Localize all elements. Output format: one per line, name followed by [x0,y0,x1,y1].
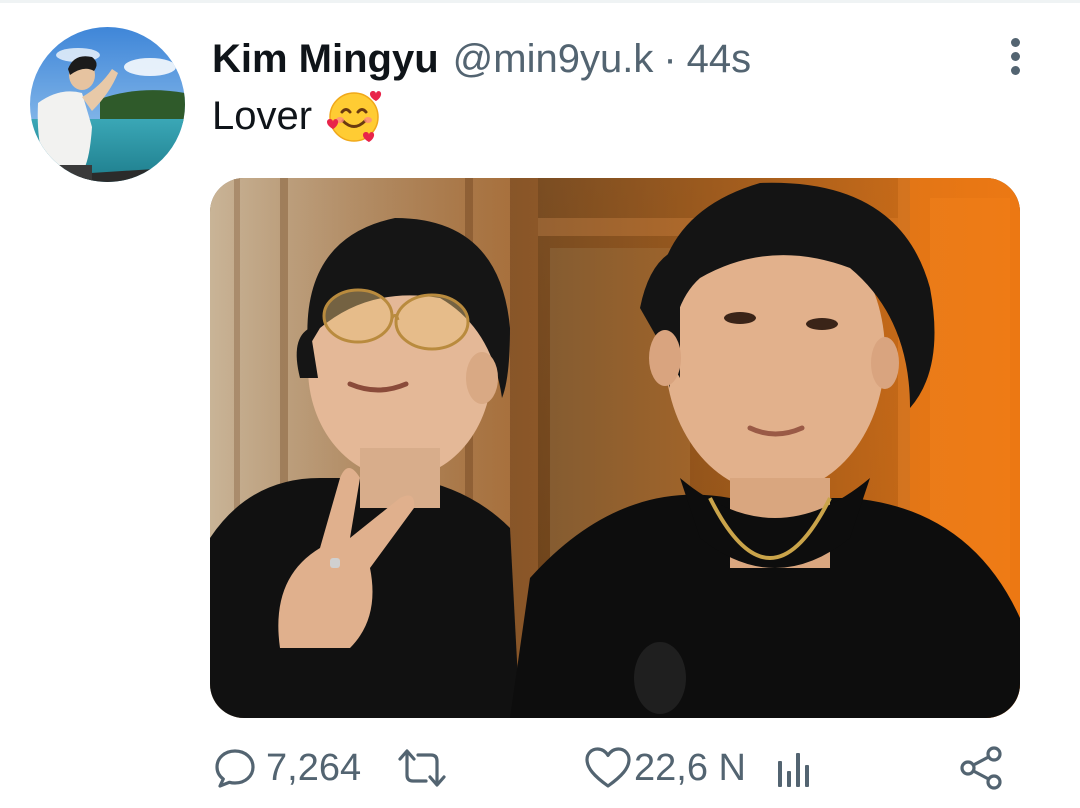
retweet-arrows-icon [396,745,448,791]
tweet-text-content: Lover [212,94,313,138]
avatar-image [30,27,185,182]
heart-icon [584,745,632,791]
tweet-header: Kim Mingyu @min9yu.k · 44s [212,34,751,84]
author-avatar[interactable] [30,27,185,182]
views-button[interactable] [774,736,824,800]
share-icon [958,744,1006,792]
separator-dot: · [663,37,677,81]
reply-count: 7,264 [266,746,362,789]
speech-bubble-icon [212,745,258,791]
share-button[interactable] [958,736,1006,800]
tweet-text: Lover [212,88,382,144]
smiling-face-with-hearts-icon [326,88,382,144]
tweet-media-photo[interactable] [210,178,1020,718]
top-divider [0,0,1080,3]
author-handle[interactable]: @min9yu.k [453,34,654,84]
bar-chart-icon [774,745,816,791]
like-button[interactable]: 22,6 N [584,736,746,800]
reply-button[interactable]: 7,264 [212,736,361,800]
retweet-button[interactable] [396,736,456,800]
like-count: 22,6 N [634,746,746,789]
author-name[interactable]: Kim Mingyu [212,34,439,84]
more-options-button[interactable] [996,34,1036,80]
photo-image [210,178,1020,718]
tweet-timestamp[interactable]: 44s [687,34,752,84]
tweet-action-bar: 7,264 22,6 N [0,736,1080,800]
